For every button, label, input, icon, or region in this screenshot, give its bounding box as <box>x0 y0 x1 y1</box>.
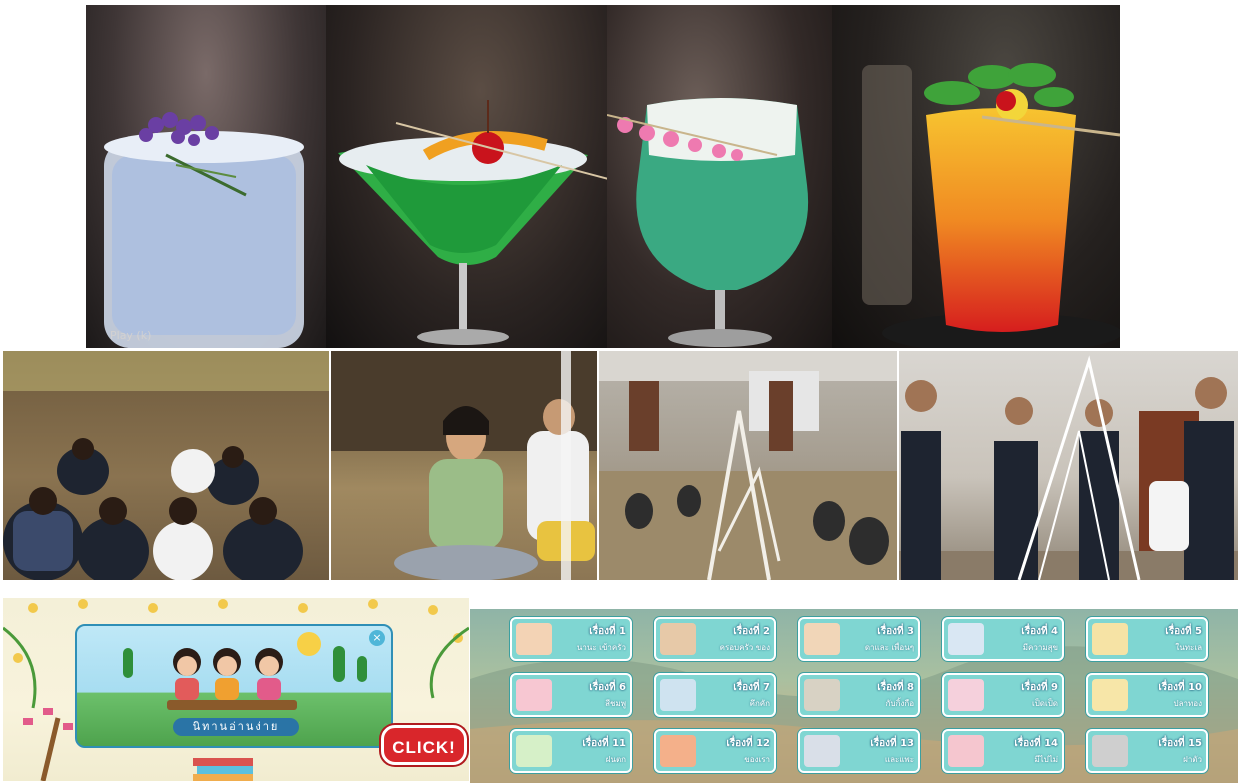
mint-hurricane-illustration <box>607 98 809 347</box>
story-number-label: เรื่องที่ 4 <box>1021 626 1058 637</box>
cocktail-photo-strip: Play (k) <box>86 5 1120 348</box>
story-menu-panel: เรื่องที่ 1 นานะ เข้าครัว เรื่องที่ 2 ครอบค… <box>470 609 1238 783</box>
click-button[interactable]: CLICK! <box>381 725 467 765</box>
story-number-label: เรื่องที่ 11 <box>582 738 626 749</box>
story-subtitle-label: ดาและ เพื่อนๆ <box>864 643 914 652</box>
story-character-icon <box>804 735 840 767</box>
story-number-label: เรื่องที่ 12 <box>726 738 770 749</box>
story-subtitle-label: เป็ดเป็ด <box>1031 699 1058 708</box>
story-subtitle-label: ฝาตัว <box>1183 755 1202 764</box>
story-button[interactable]: เรื่องที่ 9 เป็ดเป็ด <box>942 673 1064 717</box>
activity-photo-surprised-student <box>331 351 597 580</box>
story-number-label: เรื่องที่ 2 <box>733 626 770 637</box>
story-character-icon <box>660 679 696 711</box>
story-button[interactable]: เรื่องที่ 15 ฝาตัว <box>1086 729 1208 773</box>
story-character-icon <box>516 735 552 767</box>
storybook-banner[interactable]: × นิทานอ่านง่าย CLICK! <box>3 598 469 781</box>
story-button[interactable]: เรื่องที่ 3 ดาและ เพื่อนๆ <box>798 617 920 661</box>
story-subtitle-label: มีความสุข <box>1022 643 1058 652</box>
story-button[interactable]: เรื่องที่ 6 สีชมพู <box>510 673 632 717</box>
story-character-icon <box>948 735 984 767</box>
story-number-label: เรื่องที่ 14 <box>1014 738 1058 749</box>
story-number-label: เรื่องที่ 5 <box>1165 626 1202 637</box>
story-subtitle-label: ของเรา <box>744 755 770 764</box>
activity-photo-circle-game <box>3 351 329 580</box>
straw-structure-illustration <box>899 355 1238 580</box>
activity-photo-straw-structure <box>899 351 1238 580</box>
story-character-icon <box>1092 623 1128 655</box>
story-button[interactable]: เรื่องที่ 10 ปลาทอง <box>1086 673 1208 717</box>
story-button[interactable]: เรื่องที่ 4 มีความสุข <box>942 617 1064 661</box>
storybook-title: นิทานอ่านง่าย <box>173 718 299 736</box>
cocktail-photo-green-martini <box>326 5 607 348</box>
story-button[interactable]: เรื่องที่ 7 คึกคัก <box>654 673 776 717</box>
story-character-icon <box>516 679 552 711</box>
green-martini-illustration <box>338 100 607 345</box>
story-grid: เรื่องที่ 1 นานะ เข้าครัว เรื่องที่ 2 ครอบค… <box>510 617 1210 773</box>
activity-photo-strip <box>3 351 1238 580</box>
blue-cocktail-illustration <box>104 112 304 348</box>
story-number-label: เรื่องที่ 7 <box>733 682 770 693</box>
cocktail-photo-blue-lavender: Play (k) <box>86 5 326 348</box>
story-subtitle-label: คึกคัก <box>749 699 770 708</box>
story-subtitle-label: ครอบครัว ของ <box>719 643 770 652</box>
story-character-icon <box>948 679 984 711</box>
story-number-label: เรื่องที่ 3 <box>877 626 914 637</box>
cocktail-photo-sunset <box>832 5 1120 348</box>
circle-game-illustration <box>3 351 329 580</box>
story-number-label: เรื่องที่ 6 <box>589 682 626 693</box>
story-number-label: เรื่องที่ 10 <box>1158 682 1202 693</box>
story-button[interactable]: เรื่องที่ 5 ในทะเล <box>1086 617 1208 661</box>
story-character-icon <box>1092 735 1128 767</box>
story-button[interactable]: เรื่องที่ 12 ของเรา <box>654 729 776 773</box>
story-subtitle-label: กับกิ้งกือ <box>885 699 914 708</box>
story-character-icon <box>804 623 840 655</box>
story-subtitle-label: มีไปไม่ <box>1034 755 1058 764</box>
story-character-icon <box>660 623 696 655</box>
story-number-label: เรื่องที่ 1 <box>589 626 626 637</box>
story-subtitle-label: นานะ เข้าครัว <box>576 643 626 652</box>
video-play-label: Play (k) <box>110 329 152 342</box>
storybook-cover-card[interactable]: × นิทานอ่านง่าย <box>75 624 393 748</box>
story-number-label: เรื่องที่ 9 <box>1021 682 1058 693</box>
story-subtitle-label: และแพะ <box>884 755 914 764</box>
cocktail-photo-mint-hurricane <box>607 5 832 348</box>
surprised-student-illustration <box>331 351 597 580</box>
story-button[interactable]: เรื่องที่ 13 และแพะ <box>798 729 920 773</box>
story-subtitle-label: ในทะเล <box>1175 643 1202 652</box>
story-subtitle-label: สีชมพู <box>605 699 626 708</box>
story-button[interactable]: เรื่องที่ 11 ฝนตก <box>510 729 632 773</box>
story-character-icon <box>516 623 552 655</box>
photo-collage: Play (k) × นิทานอ่านง่าย CLICK! เรื่องที… <box>0 0 1242 783</box>
activity-photo-tower-building <box>599 351 897 580</box>
story-button[interactable]: เรื่องที่ 2 ครอบครัว ของ <box>654 617 776 661</box>
close-icon[interactable]: × <box>369 630 385 646</box>
story-character-icon <box>660 735 696 767</box>
tower-building-illustration <box>599 351 897 580</box>
story-number-label: เรื่องที่ 13 <box>870 738 914 749</box>
story-button[interactable]: เรื่องที่ 14 มีไปไม่ <box>942 729 1064 773</box>
story-number-label: เรื่องที่ 8 <box>877 682 914 693</box>
story-button[interactable]: เรื่องที่ 1 นานะ เข้าครัว <box>510 617 632 661</box>
story-subtitle-label: ฝนตก <box>605 755 626 764</box>
story-number-label: เรื่องที่ 15 <box>1158 738 1202 749</box>
story-subtitle-label: ปลาทอง <box>1173 699 1202 708</box>
sunset-cocktail-illustration <box>862 63 1120 348</box>
story-character-icon <box>804 679 840 711</box>
story-character-icon <box>1092 679 1128 711</box>
story-character-icon <box>948 623 984 655</box>
story-button[interactable]: เรื่องที่ 8 กับกิ้งกือ <box>798 673 920 717</box>
